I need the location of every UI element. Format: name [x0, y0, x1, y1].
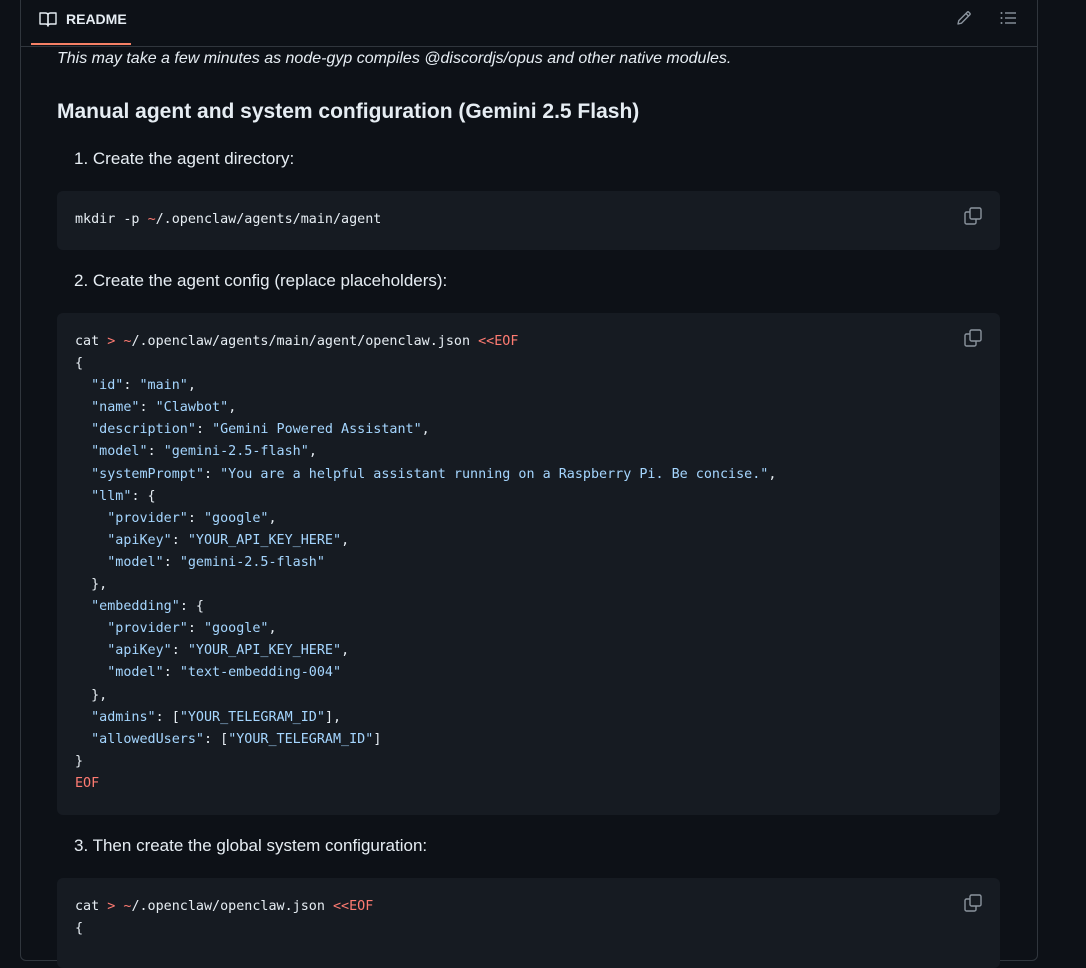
code-line: EOF: [75, 775, 100, 791]
code-line: "provider": "google",: [107, 510, 277, 526]
code-line: "llm": {: [91, 488, 156, 504]
code-line: "systemPrompt": "You are a helpful assis…: [91, 466, 777, 482]
code-block-1-content: mkdir -p ~/.openclaw/agents/main/agent: [75, 209, 381, 231]
list-icon[interactable]: [999, 9, 1017, 27]
copy-icon[interactable]: [964, 894, 982, 912]
code-line: "admins": ["YOUR_TELEGRAM_ID"],: [91, 709, 342, 725]
code-block-2: cat > ~/.openclaw/agents/main/agent/open…: [57, 313, 1000, 815]
code-block-3-content: cat > ~/.openclaw/openclaw.json <<EOF {: [75, 896, 373, 940]
code-line: "model": "text-embedding-004": [107, 665, 342, 681]
code-block-3: cat > ~/.openclaw/openclaw.json <<EOF {: [57, 878, 1000, 968]
step-3: 3. Then create the global system configu…: [74, 836, 428, 855]
code-line: "allowedUsers": ["YOUR_TELEGRAM_ID"]: [91, 731, 382, 747]
code-line: "model": "gemini-2.5-flash": [107, 554, 325, 570]
code-line: }: [75, 753, 84, 769]
tab-readme[interactable]: README: [31, 0, 131, 46]
readme-header: README: [21, 0, 1037, 47]
code-line: "provider": "google",: [107, 621, 277, 637]
step-1: 1. Create the agent directory:: [74, 149, 295, 168]
install-note: This may take a few minutes as node-gyp …: [57, 50, 732, 67]
code-line: cat > ~/.openclaw/openclaw.json <<EOF: [75, 899, 374, 914]
section-heading: Manual agent and system configuration (G…: [57, 100, 640, 123]
book-icon: [39, 12, 57, 27]
code-line: "model": "gemini-2.5-flash",: [91, 444, 317, 460]
pencil-icon[interactable]: [955, 9, 973, 27]
code-line: "embedding": {: [91, 599, 204, 615]
code-line: cat > ~/.openclaw/agents/main/agent/open…: [75, 334, 519, 349]
code-line: "apiKey": "YOUR_API_KEY_HERE",: [107, 643, 350, 659]
code-line: {: [75, 921, 84, 937]
readme-panel: README This may take a few minutes as no…: [20, 0, 1038, 968]
code-line: "name": "Clawbot",: [91, 400, 237, 416]
copy-icon[interactable]: [964, 207, 982, 225]
code-line: "apiKey": "YOUR_API_KEY_HERE",: [107, 532, 350, 548]
code-block-2-content: cat > ~/.openclaw/agents/main/agent/open…: [75, 331, 776, 795]
code-line: },: [75, 577, 108, 593]
copy-icon[interactable]: [964, 329, 982, 347]
code-line: },: [75, 687, 108, 703]
code-line: "id": "main",: [91, 378, 196, 394]
code-line: "description": "Gemini Powered Assistant…: [91, 422, 430, 438]
tab-active-underline: [31, 43, 131, 45]
code-line: {: [75, 356, 84, 372]
step-2: 2. Create the agent config (replace plac…: [74, 271, 448, 290]
code-block-1: mkdir -p ~/.openclaw/agents/main/agent: [57, 191, 1000, 250]
code-line: mkdir -p ~/.openclaw/agents/main/agent: [75, 212, 382, 227]
tab-readme-label: README: [66, 11, 127, 27]
